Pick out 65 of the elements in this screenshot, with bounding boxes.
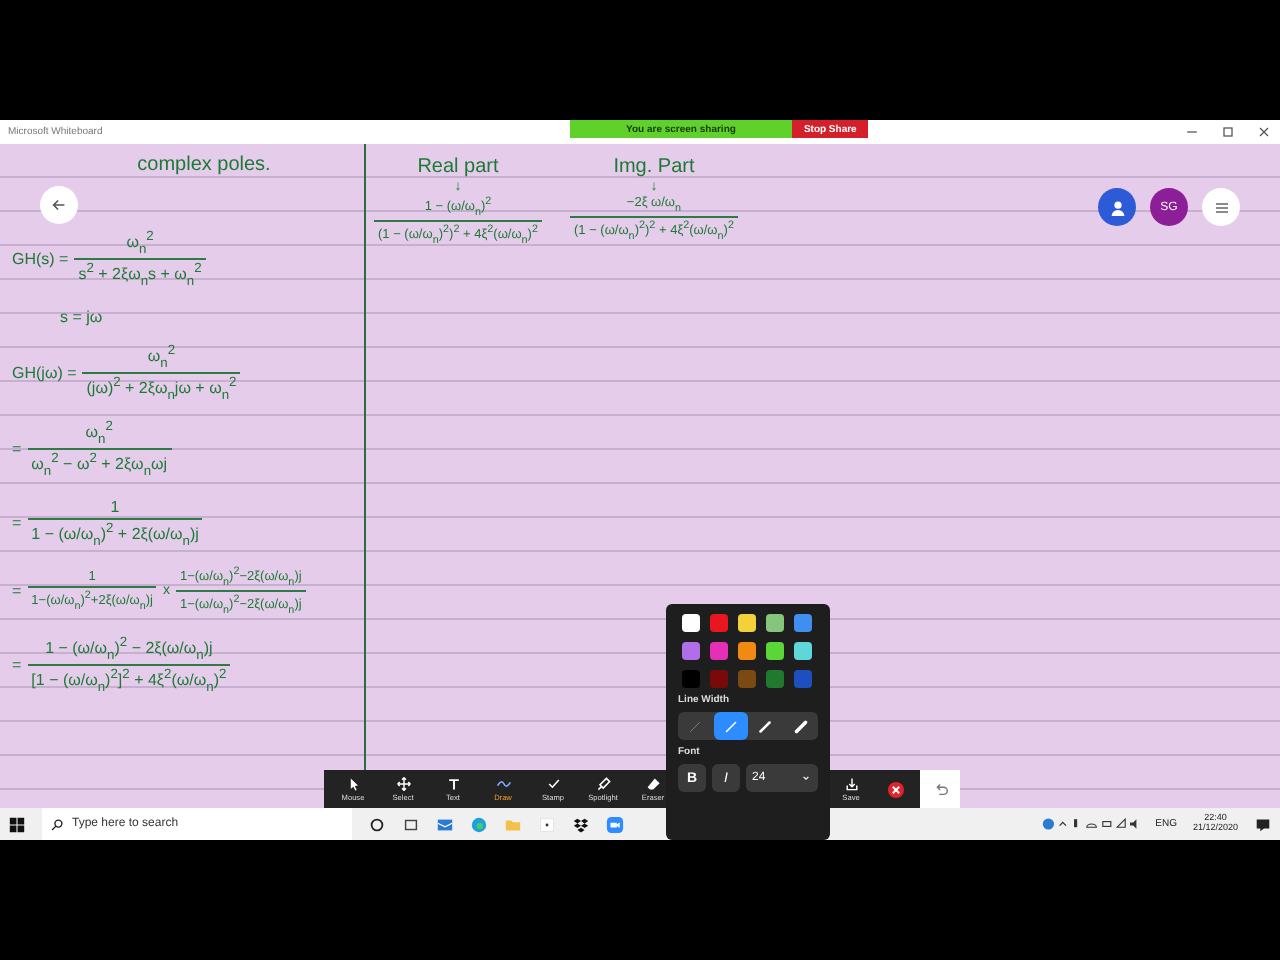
board-heading: complex poles. [135, 154, 273, 176]
color-swatch[interactable] [738, 614, 756, 632]
color-swatch[interactable] [710, 670, 728, 688]
diagonal-line-icon [791, 717, 810, 735]
move-icon [395, 776, 411, 792]
menu-button[interactable] [1202, 188, 1240, 226]
draw-icon [495, 776, 511, 792]
color-swatch[interactable] [710, 642, 728, 660]
caret-icon [800, 772, 812, 784]
color-swatch[interactable] [766, 614, 784, 632]
part-heading: Img. Part [613, 156, 695, 178]
browser-icon[interactable] [470, 815, 488, 833]
stop-annotation-button[interactable] [888, 781, 904, 797]
tray-icons-drawing[interactable] [1039, 816, 1140, 832]
equation-lhs: GH(s) = [10, 250, 69, 269]
text-icon [445, 776, 461, 792]
color-swatch[interactable] [682, 642, 700, 660]
undo-icon[interactable] [931, 780, 949, 798]
part-heading: Real part [417, 156, 499, 178]
eraser-icon [645, 776, 661, 792]
diagonal-line-icon [756, 717, 775, 735]
close-icon[interactable] [1256, 124, 1272, 140]
mail-icon[interactable] [436, 815, 454, 833]
line-width-option[interactable] [713, 712, 748, 740]
close-icon [888, 781, 904, 797]
maximize-icon[interactable] [1220, 124, 1236, 140]
diagonal-line-icon [686, 717, 705, 735]
denominator: [1 − (ω/ω$_{n}$)$^{2}$]$^{2}$ + 4ξ$^{2}$(ω/ω$_{n}$)$^{2}$ [27, 663, 231, 695]
spotlight-icon [595, 776, 611, 792]
menu-icon [1211, 197, 1231, 217]
denominator: 1 − (ω/ω$_{n}$)$^{2}$ + 2ξ(ω/ω$_{n}$)j [27, 517, 203, 548]
participant-avatar[interactable] [1098, 188, 1136, 226]
download-icon [843, 776, 859, 792]
video-camera-icon[interactable] [606, 815, 624, 833]
color-swatch[interactable] [682, 614, 700, 632]
equation-lhs: = [10, 582, 22, 601]
color-swatch[interactable] [738, 642, 756, 660]
numerator: 1 [108, 497, 122, 517]
notification-icon[interactable] [1254, 815, 1272, 833]
pointer-icon [345, 776, 361, 792]
color-swatch[interactable] [682, 670, 700, 688]
color-swatch[interactable] [738, 670, 756, 688]
color-swatch[interactable] [766, 670, 784, 688]
equation-text: s = jω [58, 307, 105, 325]
windows-start-icon[interactable] [8, 815, 26, 833]
person-icon [1107, 197, 1127, 217]
color-swatch[interactable] [766, 642, 784, 660]
equation-lhs: = [10, 513, 22, 532]
search-icon [50, 817, 64, 831]
color-swatch[interactable] [794, 670, 812, 688]
task-view-icon[interactable] [402, 815, 420, 833]
back-arrow-icon [50, 196, 68, 214]
stamp-icon [545, 776, 561, 792]
diagonal-line-icon [721, 717, 740, 735]
denominator: ω$_{n}$$^{2}$ − ω$^{2}$ + 2ξω$_{n}$ωj [27, 448, 172, 479]
equation-lhs: = [10, 440, 22, 459]
equation-lhs: GH(jω) = [10, 363, 77, 382]
circle-icon[interactable] [368, 815, 386, 833]
color-swatch[interactable] [710, 614, 728, 632]
color-swatch[interactable] [794, 642, 812, 660]
back-button[interactable] [40, 186, 78, 224]
color-swatch[interactable] [794, 614, 812, 632]
equation-lhs: = [10, 655, 22, 674]
numerator: 1 − (ω/ω$_{n}$)$^{2}$ − 2ξ(ω/ω$_{n}$)j [43, 635, 215, 664]
box-icon[interactable] [572, 815, 590, 833]
